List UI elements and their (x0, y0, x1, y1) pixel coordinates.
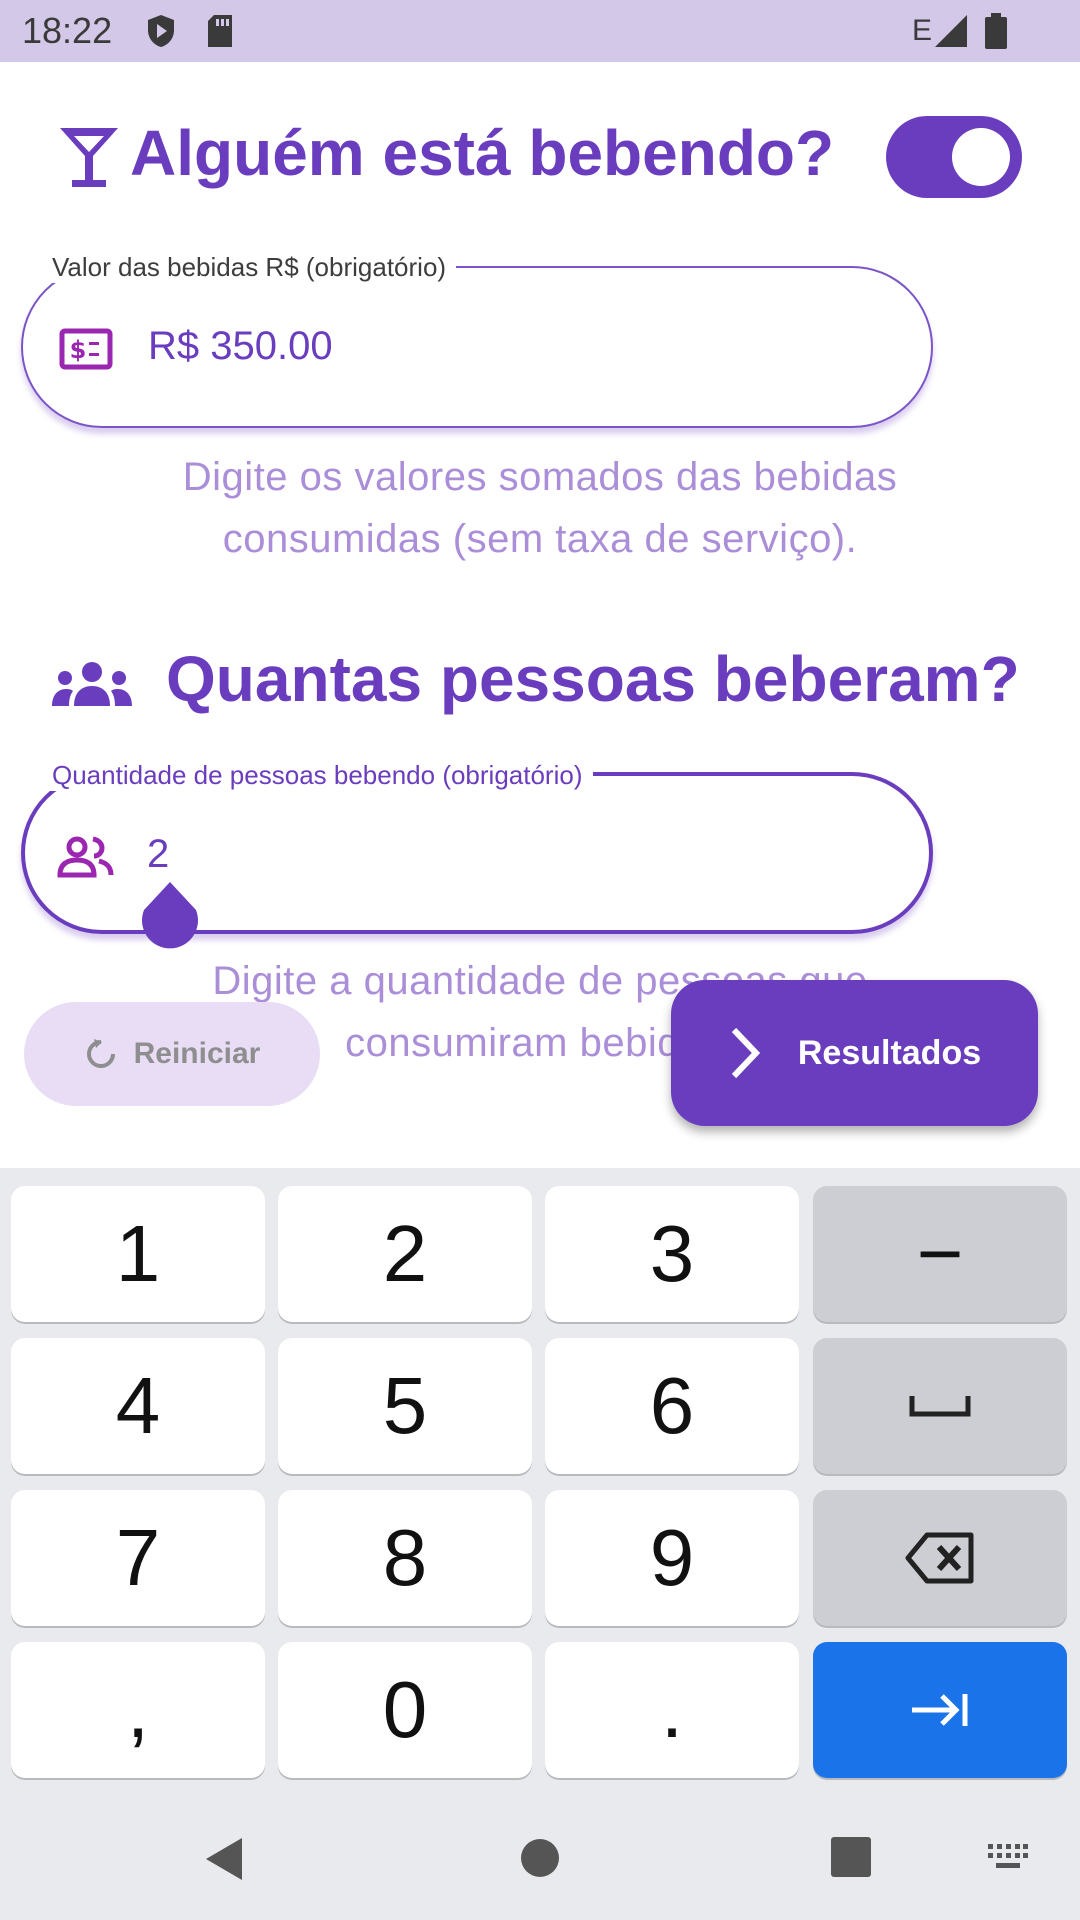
drinks-helper-line1: Digite os valores somados das bebidas (182, 455, 898, 499)
key-comma[interactable]: , (11, 1642, 265, 1778)
drinks-value-label: Valor das bebidas R$ (obrigatório) (42, 252, 457, 283)
space-bar-icon (909, 1396, 971, 1417)
recents-icon[interactable] (830, 1836, 872, 1878)
status-time: 18:22 (22, 10, 113, 51)
drinking-title: Alguém está bebendo? (130, 117, 835, 189)
key-4[interactable]: 4 (11, 1338, 265, 1474)
shield-play-icon (148, 15, 174, 47)
cocktail-icon (60, 128, 118, 187)
key-backspace[interactable] (813, 1490, 1067, 1626)
people-count-label: Quantidade de pessoas bebendo (obrigatór… (42, 760, 593, 791)
key-space[interactable] (813, 1338, 1067, 1474)
key-2[interactable]: 2 (278, 1186, 532, 1322)
toggle-knob (952, 128, 1010, 186)
drinks-helper-text: Digite os valores somados das bebidas co… (100, 446, 980, 570)
key-3[interactable]: 3 (545, 1186, 799, 1322)
key-8[interactable]: 8 (278, 1490, 532, 1626)
status-bar: 18:22 E (0, 0, 1080, 62)
key-9[interactable]: 9 (545, 1490, 799, 1626)
key-period[interactable]: . (545, 1642, 799, 1778)
key-5[interactable]: 5 (278, 1338, 532, 1474)
drinks-helper-line2: consumidas (sem taxa de serviço). (222, 517, 858, 561)
signal-icon (935, 15, 967, 47)
key-7[interactable]: 7 (11, 1490, 265, 1626)
chevron-right-icon (731, 1027, 761, 1079)
key-6[interactable]: 6 (545, 1338, 799, 1474)
svg-text:$: $ (70, 336, 87, 364)
people-icon (57, 836, 114, 878)
reset-button[interactable]: Reiniciar (24, 1002, 320, 1106)
refresh-icon (86, 1039, 115, 1068)
home-icon[interactable] (520, 1838, 560, 1878)
battery-icon (985, 13, 1007, 49)
groups-icon (52, 662, 132, 706)
key-0[interactable]: 0 (278, 1642, 532, 1778)
text-cursor-handle[interactable] (140, 880, 200, 952)
results-button[interactable]: Resultados (671, 980, 1038, 1126)
network-type: E (912, 14, 933, 47)
key-next[interactable] (813, 1642, 1067, 1778)
next-field-icon (912, 1694, 968, 1726)
key-minus[interactable]: − (813, 1186, 1067, 1322)
backspace-icon (905, 1532, 974, 1584)
sd-card-icon (208, 15, 232, 47)
money-icon: $ (59, 328, 113, 370)
drinks-value-field[interactable]: $ R$ 350.00 (21, 266, 933, 428)
people-count-value[interactable]: 2 (147, 832, 169, 877)
numeric-keyboard: 1 2 3 − 4 5 6 7 8 9 , 0 . (0, 1168, 1080, 1920)
drinking-toggle[interactable] (886, 116, 1022, 198)
drinks-value[interactable]: R$ 350.00 (148, 324, 333, 369)
people-title: Quantas pessoas beberam? (166, 643, 1020, 715)
reset-button-label: Reiniciar (133, 1037, 261, 1070)
results-button-label: Resultados (797, 1033, 982, 1072)
back-icon[interactable] (204, 1836, 244, 1882)
key-1[interactable]: 1 (11, 1186, 265, 1322)
keyboard-switch-icon[interactable] (988, 1844, 1028, 1872)
